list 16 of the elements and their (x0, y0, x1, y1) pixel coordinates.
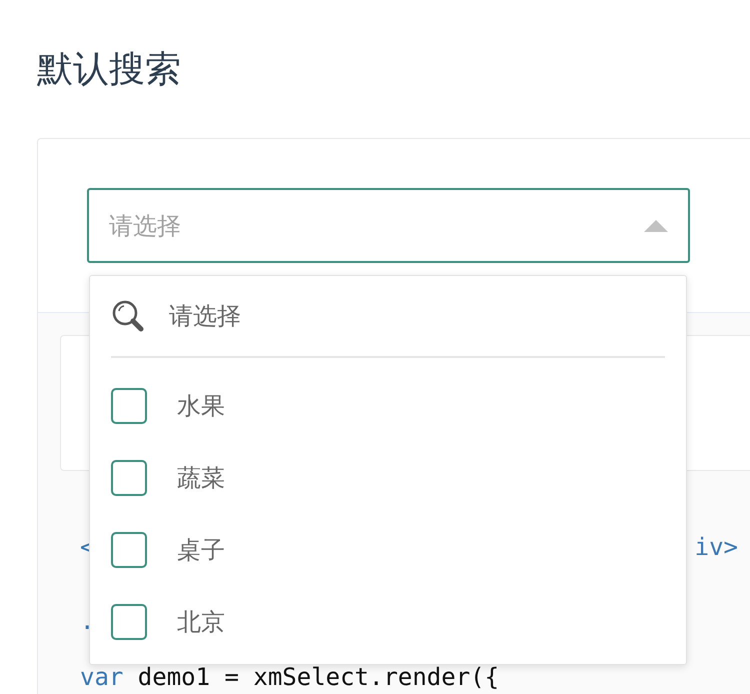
option-label[interactable]: 北京 (177, 606, 225, 638)
option-label[interactable]: 桌子 (177, 534, 225, 566)
code-text: iv> (694, 532, 738, 563)
checkbox[interactable] (111, 388, 147, 424)
code-text: var demo1 = xmSelect.render({ (80, 662, 500, 693)
option-label[interactable]: 蔬菜 (177, 462, 225, 494)
search-icon (111, 299, 145, 333)
search-field[interactable]: 请选择 (167, 301, 641, 331)
checkbox[interactable] (111, 604, 147, 640)
option-label[interactable]: 水果 (177, 390, 225, 422)
code-text: . (80, 606, 94, 637)
checkbox[interactable] (111, 460, 147, 496)
select-placeholder: 请选择 (109, 210, 181, 242)
caret-icon (644, 220, 668, 232)
page-title: 默认搜索 (36, 48, 182, 92)
checkbox[interactable] (111, 532, 147, 568)
